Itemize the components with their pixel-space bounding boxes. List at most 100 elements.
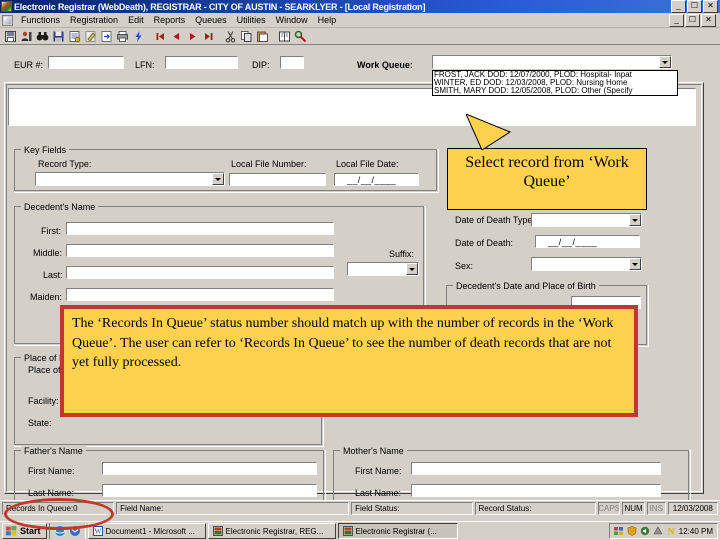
sex-combobox[interactable]: [531, 257, 642, 271]
work-queue-option-2[interactable]: SMITH, MARY DOD: 12/05/2008, PLOD: Other…: [433, 87, 677, 95]
decedent-last-name-input[interactable]: [66, 266, 334, 279]
work-queue-combobox[interactable]: [432, 55, 672, 69]
certify-icon[interactable]: [67, 29, 82, 44]
work-queue-option-1[interactable]: WINTER, ED DOD: 12/03/2008, PLOD: Nursin…: [433, 79, 677, 87]
antivirus-icon[interactable]: [653, 526, 663, 536]
dip-input[interactable]: [280, 56, 304, 69]
book-icon[interactable]: [277, 29, 292, 44]
sex-value: [532, 258, 629, 270]
birth-info-title: Decedent's Date and Place of Birth: [453, 281, 599, 291]
date-of-death-input[interactable]: __/__/____: [535, 235, 640, 248]
copy-icon[interactable]: [239, 29, 254, 44]
callout-tail-small: [466, 114, 512, 150]
lightning-icon[interactable]: [131, 29, 146, 44]
document-icon[interactable]: [2, 14, 13, 26]
callout-records-in-queue-text: The ‘Records In Queue’ status number sho…: [72, 316, 614, 370]
record-type-value: [36, 173, 212, 185]
middle-name-label: Middle:: [33, 248, 63, 258]
child-close-button[interactable]: ✕: [701, 14, 716, 27]
toolbar-separator-2: [217, 29, 222, 44]
import-icon[interactable]: [99, 29, 114, 44]
chevron-down-icon[interactable]: [659, 56, 671, 68]
taskbar-item-electronic-registrar-reg[interactable]: Electronic Registrar, REG...: [207, 523, 336, 539]
volume-icon[interactable]: [640, 526, 650, 536]
father-first-name-input[interactable]: [102, 462, 317, 475]
local-file-date-label: Local File Date:: [336, 159, 399, 169]
maximize-button[interactable]: ☐: [687, 0, 702, 13]
toolbar-separator-3: [271, 29, 276, 44]
save-disk-icon[interactable]: [51, 29, 66, 44]
father-last-name-label: Last Name:: [28, 488, 75, 498]
menu-item-help[interactable]: Help: [313, 14, 342, 26]
binoculars-search-icon[interactable]: [35, 29, 50, 44]
menu-item-utilities[interactable]: Utilities: [232, 14, 271, 26]
menu-item-registration[interactable]: Registration: [65, 14, 123, 26]
menu-item-functions[interactable]: Functions: [16, 14, 65, 26]
person-record-icon[interactable]: [19, 29, 34, 44]
svg-text:N: N: [668, 527, 675, 537]
chevron-down-icon[interactable]: [629, 258, 641, 270]
field-name-status: Field Name:: [116, 502, 350, 515]
close-button[interactable]: ✕: [703, 0, 718, 13]
status-date: 12/03/2008: [667, 502, 719, 515]
title-bar: Electronic Registrar (WebDeath), REGISTR…: [0, 0, 720, 13]
next-record-icon[interactable]: [185, 29, 200, 44]
decedent-first-name-input[interactable]: [66, 222, 334, 235]
save-record-icon[interactable]: [3, 29, 18, 44]
edit-pencil-icon[interactable]: [83, 29, 98, 44]
chevron-down-icon[interactable]: [406, 263, 418, 275]
taskbar-item-electronic-registrar-active[interactable]: Electronic Registrar (...: [337, 523, 458, 539]
menu-item-edit[interactable]: Edit: [123, 14, 149, 26]
first-name-label: First:: [41, 226, 61, 236]
work-queue-option-0[interactable]: FROST, JACK DOD: 12/07/2000, PLOD: Hospi…: [433, 71, 677, 79]
menu-item-reports[interactable]: Reports: [149, 14, 191, 26]
shield-icon[interactable]: [627, 526, 637, 536]
decedent-maiden-name-input[interactable]: [66, 288, 334, 301]
eur-number-label: EUR #:: [14, 60, 44, 70]
field-status: Field Status:: [351, 502, 473, 515]
clock[interactable]: 12:40 PM: [679, 527, 713, 536]
lfn-input[interactable]: [165, 56, 238, 69]
child-minimize-button[interactable]: _: [669, 14, 684, 27]
minimize-button[interactable]: _: [671, 0, 686, 13]
registrar-icon: [212, 526, 223, 536]
taskbar-item-document1[interactable]: W Document1 - Microsoft ...: [87, 523, 206, 539]
dip-label: DIP:: [252, 60, 270, 70]
print-icon[interactable]: [115, 29, 130, 44]
date-of-death-type-combobox[interactable]: [531, 213, 642, 227]
local-file-number-input[interactable]: [229, 173, 326, 186]
record-type-combobox[interactable]: [35, 172, 225, 186]
suffix-value: [348, 263, 406, 275]
mother-first-name-input[interactable]: [411, 462, 661, 475]
norton-icon[interactable]: N: [666, 526, 676, 537]
last-record-icon[interactable]: [201, 29, 216, 44]
facility-label: Facility:: [28, 396, 59, 406]
record-status: Record Status:: [474, 502, 596, 515]
mother-last-name-input[interactable]: [411, 484, 661, 497]
taskbar-item-label: Electronic Registrar (...: [355, 526, 437, 536]
previous-record-icon[interactable]: [169, 29, 184, 44]
system-tray: N 12:40 PM: [608, 523, 718, 539]
father-last-name-input[interactable]: [102, 484, 317, 497]
key-fields-title: Key Fields: [21, 145, 70, 155]
paste-icon[interactable]: [255, 29, 270, 44]
tools-icon[interactable]: [293, 29, 308, 44]
window-controls: _ ☐ ✕: [671, 0, 718, 13]
chevron-down-icon[interactable]: [212, 173, 224, 185]
local-file-date-input[interactable]: __/__/____: [334, 173, 419, 186]
suffix-combobox[interactable]: [347, 262, 419, 276]
chevron-down-icon[interactable]: [629, 214, 641, 226]
decedent-middle-name-input[interactable]: [66, 244, 334, 257]
form-client-area: EUR #: LFN: DIP: Work Queue: FROST, JACK…: [0, 46, 720, 506]
menu-item-queues[interactable]: Queues: [190, 14, 232, 26]
first-record-icon[interactable]: [153, 29, 168, 44]
menu-item-window[interactable]: Window: [271, 14, 313, 26]
child-maximize-button[interactable]: ☐: [685, 14, 700, 27]
taskbar-item-label: Document1 - Microsoft ...: [105, 526, 195, 536]
child-window-controls: _ ☐ ✕: [669, 14, 716, 27]
cut-icon[interactable]: [223, 29, 238, 44]
windows-flag-icon: [6, 526, 17, 536]
work-queue-dropdown-list[interactable]: FROST, JACK DOD: 12/07/2000, PLOD: Hospi…: [432, 70, 678, 96]
network-icon[interactable]: [613, 526, 624, 536]
eur-number-input[interactable]: [48, 56, 124, 69]
